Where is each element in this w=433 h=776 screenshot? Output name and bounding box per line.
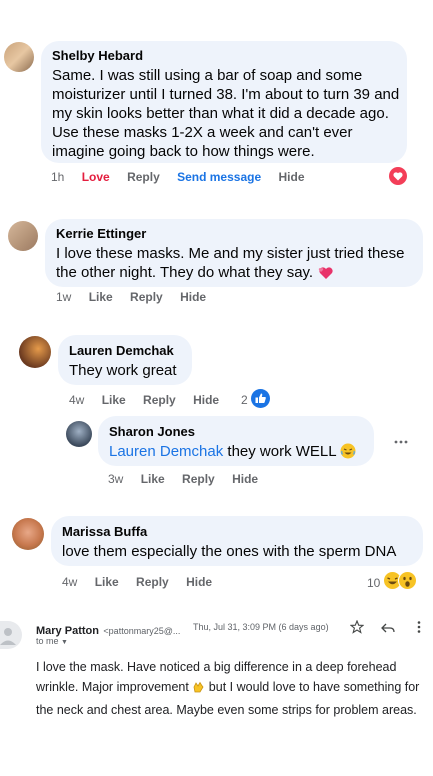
recipient-dropdown[interactable]: to me ▼: [36, 636, 68, 646]
comment-bubble: Kerrie Ettinger I love these masks. Me a…: [45, 219, 423, 287]
reply-button[interactable]: Reply: [130, 290, 163, 304]
more-vert-icon[interactable]: [416, 620, 422, 634]
love-reaction-icon[interactable]: [389, 167, 407, 185]
like-reaction-icon[interactable]: [251, 389, 270, 408]
clapping-hands-icon: [192, 680, 205, 700]
comment-author[interactable]: Lauren Demchak: [69, 343, 189, 358]
reply-button[interactable]: Reply: [182, 472, 215, 486]
comment-time[interactable]: 1w: [56, 290, 71, 304]
comment-actions: 3w Like Reply Hide: [108, 472, 272, 486]
wow-reaction-icon[interactable]: [398, 571, 417, 590]
comment-actions: 1w Like Reply Hide: [56, 290, 220, 304]
reply-button[interactable]: Reply: [136, 575, 169, 589]
hide-button[interactable]: Hide: [278, 170, 304, 184]
hide-button[interactable]: Hide: [232, 472, 258, 486]
comment-actions: 1h Love Reply Send message Hide: [51, 170, 319, 184]
comment-bubble: Marissa Buffa love them especially the o…: [51, 516, 423, 566]
comment-time[interactable]: 4w: [62, 575, 77, 589]
comment-text: love them especially the ones with the s…: [62, 543, 397, 560]
reply-button[interactable]: Reply: [143, 393, 176, 407]
send-message-button[interactable]: Send message: [177, 170, 261, 184]
comment-time[interactable]: 1h: [51, 170, 64, 184]
mention-link[interactable]: Lauren Demchak: [109, 443, 223, 460]
comment-text: I love these masks. Me and my sister jus…: [56, 245, 405, 281]
comment-text: they work WELL: [227, 443, 337, 460]
avatar[interactable]: [8, 221, 38, 251]
avatar[interactable]: [4, 42, 34, 72]
star-icon[interactable]: [349, 619, 365, 634]
comment-author[interactable]: Sharon Jones: [109, 424, 371, 439]
comment-author[interactable]: Kerrie Ettinger: [56, 226, 418, 241]
laughing-emoji-icon: [340, 443, 356, 464]
recipient-label: to me: [36, 636, 59, 646]
comment-bubble: Lauren Demchak They work great: [58, 335, 192, 385]
chevron-down-icon: ▼: [61, 639, 68, 646]
like-button[interactable]: Like: [102, 393, 126, 407]
love-button[interactable]: Love: [82, 170, 110, 184]
email-body: I love the mask. Have noticed a big diff…: [36, 657, 421, 720]
more-options-icon[interactable]: [394, 432, 408, 444]
hide-button[interactable]: Hide: [193, 393, 219, 407]
avatar[interactable]: [19, 336, 51, 368]
email-sender-address: <pattonmary25@...: [103, 626, 181, 636]
avatar[interactable]: [66, 421, 92, 447]
comment-bubble: Sharon Jones Lauren Demchak they work WE…: [98, 416, 374, 466]
like-button[interactable]: Like: [95, 575, 119, 589]
reaction-count[interactable]: 2: [241, 393, 248, 407]
email-date: Thu, Jul 31, 3:09 PM (6 days ago): [193, 622, 329, 632]
comment-actions: 4w Like Reply Hide: [69, 393, 233, 407]
like-button[interactable]: Like: [141, 472, 165, 486]
comment-text: They work great: [69, 362, 177, 379]
reaction-count[interactable]: 10: [367, 576, 380, 590]
comment-bubble: Shelby Hebard Same. I was still using a …: [41, 41, 407, 163]
sender-avatar[interactable]: [0, 621, 22, 649]
hide-button[interactable]: Hide: [186, 575, 212, 589]
sparkling-heart-icon: [317, 266, 333, 285]
comment-text: Same. I was still using a bar of soap an…: [52, 67, 400, 160]
comment-actions: 4w Like Reply Hide: [62, 575, 226, 589]
comment-time[interactable]: 3w: [108, 472, 123, 486]
comment-author[interactable]: Shelby Hebard: [52, 48, 402, 63]
avatar[interactable]: [12, 518, 44, 550]
hide-button[interactable]: Hide: [180, 290, 206, 304]
comment-author[interactable]: Marissa Buffa: [62, 524, 420, 539]
like-button[interactable]: Like: [89, 290, 113, 304]
comment-time[interactable]: 4w: [69, 393, 84, 407]
reply-icon[interactable]: [381, 621, 395, 633]
reply-button[interactable]: Reply: [127, 170, 160, 184]
